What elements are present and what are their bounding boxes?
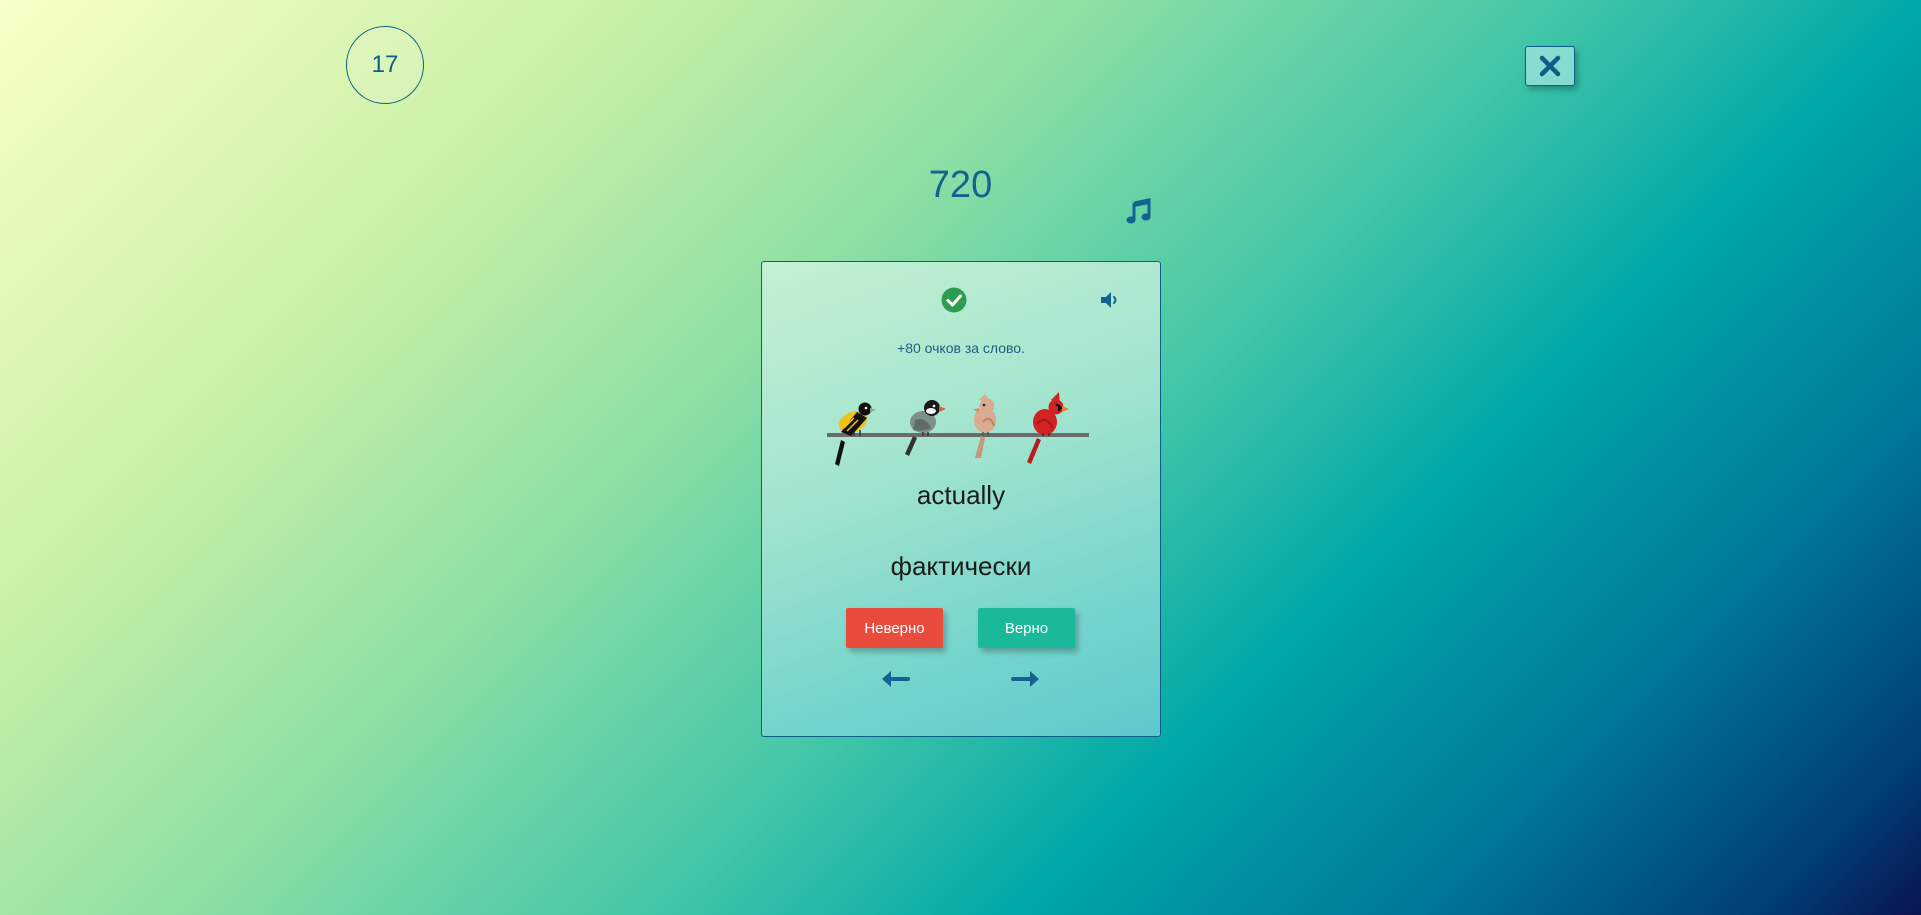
arrow-left-icon[interactable] — [880, 668, 910, 690]
close-button[interactable] — [1525, 46, 1575, 86]
arrow-right-icon[interactable] — [1011, 668, 1041, 690]
music-note-icon[interactable] — [1125, 197, 1153, 225]
wrong-button[interactable]: Неверно — [846, 608, 943, 648]
english-word: actually — [916, 480, 1006, 510]
speaker-icon[interactable] — [1098, 288, 1122, 312]
translation-word: фактически — [890, 551, 1032, 581]
word-counter-value: 17 — [371, 51, 399, 78]
word-card: +80 очков за слово. actually фактически … — [761, 261, 1161, 737]
score-display: 720 — [928, 164, 993, 206]
word-counter: 17 — [346, 26, 424, 104]
birds-on-wire-image — [827, 392, 1089, 466]
check-circle-icon — [941, 287, 967, 313]
right-button[interactable]: Верно — [978, 608, 1075, 648]
points-message: +80 очков за слово. — [897, 340, 1025, 356]
close-icon — [1539, 55, 1561, 77]
